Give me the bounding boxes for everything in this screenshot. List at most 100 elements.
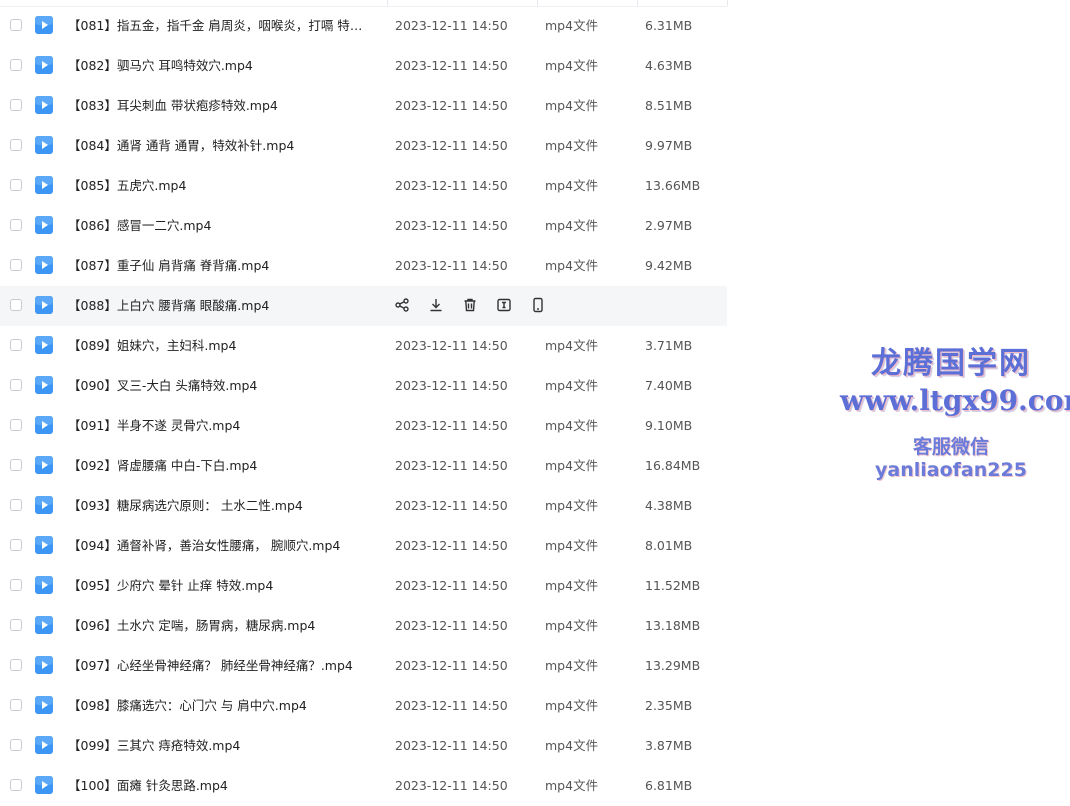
row-checkbox[interactable] <box>10 619 22 631</box>
row-checkbox[interactable] <box>10 219 22 231</box>
file-row[interactable]: 【088】上白穴 腰背痛 眼酸痛.mp4 <box>0 286 727 326</box>
file-row[interactable]: 【093】糖尿病选穴原则： 土水二性.mp4 2023-12-11 14:50 mp… <box>0 486 727 526</box>
file-size: 4.63MB <box>645 58 693 73</box>
file-row[interactable]: 【092】肾虚腰痛 中白-下白.mp4 2023-12-11 14:50 mp4文件… <box>0 446 727 486</box>
video-file-icon <box>35 256 53 274</box>
file-size: 2.97MB <box>645 218 693 233</box>
video-file-icon <box>35 576 53 594</box>
file-row[interactable]: 【095】少府穴 晕针 止痒 特效.mp4 2023-12-11 14:50 mp4… <box>0 566 727 606</box>
file-name[interactable]: 【091】半身不遂 灵骨穴.mp4 <box>68 406 374 446</box>
file-row[interactable]: 【089】姐妹穴，主妇科.mp4 2023-12-11 14:50 mp4文件 3.7… <box>0 326 727 366</box>
row-checkbox[interactable] <box>10 179 22 191</box>
file-size: 9.10MB <box>645 418 693 433</box>
row-checkbox[interactable] <box>10 299 22 311</box>
row-checkbox[interactable] <box>10 539 22 551</box>
file-date: 2023-12-11 14:50 <box>395 378 508 393</box>
file-row[interactable]: 【097】心经坐骨神经痛？ 肺经坐骨神经痛？.mp4 2023-12-11 14:… <box>0 646 727 686</box>
delete-icon[interactable] <box>461 296 479 314</box>
file-list: 【081】指五金，指千金 肩周炎，咽喉炎，打嗝 特效穴.... 2023-12-1… <box>0 6 727 806</box>
row-checkbox[interactable] <box>10 99 22 111</box>
file-row[interactable]: 【083】耳尖刺血 带状疱疹特效.mp4 2023-12-11 14:50 mp4文… <box>0 86 727 126</box>
file-row[interactable]: 【085】五虎穴.mp4 2023-12-11 14:50 mp4文件 13.66MB <box>0 166 727 206</box>
row-checkbox[interactable] <box>10 139 22 151</box>
file-name[interactable]: 【093】糖尿病选穴原则： 土水二性.mp4 <box>68 486 374 526</box>
file-size: 8.01MB <box>645 538 693 553</box>
file-size: 6.81MB <box>645 778 693 793</box>
row-checkbox[interactable] <box>10 739 22 751</box>
file-name[interactable]: 【099】三其穴 痔疮特效.mp4 <box>68 726 374 766</box>
row-checkbox[interactable] <box>10 459 22 471</box>
file-type: mp4文件 <box>545 698 599 713</box>
file-name[interactable]: 【097】心经坐骨神经痛？ 肺经坐骨神经痛？.mp4 <box>68 646 374 686</box>
file-size: 2.35MB <box>645 698 693 713</box>
row-checkbox[interactable] <box>10 59 22 71</box>
file-type: mp4文件 <box>545 98 599 113</box>
file-name[interactable]: 【090】叉三-大白 头痛特效.mp4 <box>68 366 374 406</box>
watermark-title: 龙腾国学网 <box>871 346 1031 381</box>
download-icon[interactable] <box>427 296 445 314</box>
file-type: mp4文件 <box>545 578 599 593</box>
row-checkbox[interactable] <box>10 379 22 391</box>
file-size: 16.84MB <box>645 458 701 473</box>
row-checkbox[interactable] <box>10 579 22 591</box>
file-row[interactable]: 【098】膝痛选穴：心门穴 与 肩中穴.mp4 2023-12-11 14:50 m… <box>0 686 727 726</box>
file-row[interactable]: 【084】通肾 通背 通胃，特效补针.mp4 2023-12-11 14:50 mp… <box>0 126 727 166</box>
video-file-icon <box>35 176 53 194</box>
rename-icon[interactable] <box>495 296 513 314</box>
file-name[interactable]: 【100】面瘫 针灸思路.mp4 <box>68 766 374 806</box>
video-file-icon <box>35 16 53 34</box>
file-date: 2023-12-11 14:50 <box>395 538 508 553</box>
file-name[interactable]: 【085】五虎穴.mp4 <box>68 166 374 206</box>
file-row[interactable]: 【091】半身不遂 灵骨穴.mp4 2023-12-11 14:50 mp4文件 9.… <box>0 406 727 446</box>
file-name[interactable]: 【094】通督补肾，善治女性腰痛， 腕顺穴.mp4 <box>68 526 374 566</box>
file-type: mp4文件 <box>545 258 599 273</box>
file-date: 2023-12-11 14:50 <box>395 18 508 33</box>
file-type: mp4文件 <box>545 778 599 793</box>
file-name[interactable]: 【089】姐妹穴，主妇科.mp4 <box>68 326 374 366</box>
file-type: mp4文件 <box>545 498 599 513</box>
row-checkbox[interactable] <box>10 659 22 671</box>
file-size: 3.87MB <box>645 738 693 753</box>
file-date: 2023-12-11 14:50 <box>395 258 508 273</box>
file-type: mp4文件 <box>545 738 599 753</box>
share-icon[interactable] <box>393 296 411 314</box>
file-name[interactable]: 【092】肾虚腰痛 中白-下白.mp4 <box>68 446 374 486</box>
video-file-icon <box>35 736 53 754</box>
row-checkbox[interactable] <box>10 779 22 791</box>
file-name[interactable]: 【088】上白穴 腰背痛 眼酸痛.mp4 <box>68 286 374 326</box>
file-name[interactable]: 【086】感冒一二穴.mp4 <box>68 206 374 246</box>
file-name[interactable]: 【095】少府穴 晕针 止痒 特效.mp4 <box>68 566 374 606</box>
file-name[interactable]: 【082】驷马穴 耳鸣特效穴.mp4 <box>68 46 374 86</box>
row-checkbox[interactable] <box>10 499 22 511</box>
file-date: 2023-12-11 14:50 <box>395 618 508 633</box>
file-size: 13.29MB <box>645 658 701 673</box>
file-date: 2023-12-11 14:50 <box>395 698 508 713</box>
file-name[interactable]: 【083】耳尖刺血 带状疱疹特效.mp4 <box>68 86 374 126</box>
phone-icon[interactable] <box>529 296 547 314</box>
file-name[interactable]: 【096】土水穴 定喘，肠胃病，糖尿病.mp4 <box>68 606 374 646</box>
file-date: 2023-12-11 14:50 <box>395 418 508 433</box>
file-row[interactable]: 【100】面瘫 针灸思路.mp4 2023-12-11 14:50 mp4文件 6.8… <box>0 766 727 806</box>
row-checkbox[interactable] <box>10 699 22 711</box>
row-checkbox[interactable] <box>10 419 22 431</box>
file-type: mp4文件 <box>545 138 599 153</box>
row-checkbox[interactable] <box>10 19 22 31</box>
file-type: mp4文件 <box>545 458 599 473</box>
file-size: 4.38MB <box>645 498 693 513</box>
file-name[interactable]: 【084】通肾 通背 通胃，特效补针.mp4 <box>68 126 374 166</box>
file-row[interactable]: 【096】土水穴 定喘，肠胃病，糖尿病.mp4 2023-12-11 14:50 m… <box>0 606 727 646</box>
file-row[interactable]: 【090】叉三-大白 头痛特效.mp4 2023-12-11 14:50 mp4文件… <box>0 366 727 406</box>
file-type: mp4文件 <box>545 178 599 193</box>
file-name[interactable]: 【087】重子仙 肩背痛 脊背痛.mp4 <box>68 246 374 286</box>
file-name[interactable]: 【098】膝痛选穴：心门穴 与 肩中穴.mp4 <box>68 686 374 726</box>
file-row[interactable]: 【086】感冒一二穴.mp4 2023-12-11 14:50 mp4文件 2.97M… <box>0 206 727 246</box>
file-name[interactable]: 【081】指五金，指千金 肩周炎，咽喉炎，打嗝 特效穴.... <box>68 6 374 46</box>
file-row[interactable]: 【087】重子仙 肩背痛 脊背痛.mp4 2023-12-11 14:50 mp4文… <box>0 246 727 286</box>
file-type: mp4文件 <box>545 218 599 233</box>
row-checkbox[interactable] <box>10 259 22 271</box>
file-row[interactable]: 【082】驷马穴 耳鸣特效穴.mp4 2023-12-11 14:50 mp4文件 4… <box>0 46 727 86</box>
file-row[interactable]: 【099】三其穴 痔疮特效.mp4 2023-12-11 14:50 mp4文件 3.… <box>0 726 727 766</box>
file-row[interactable]: 【094】通督补肾，善治女性腰痛， 腕顺穴.mp4 2023-12-11 14:5… <box>0 526 727 566</box>
file-row[interactable]: 【081】指五金，指千金 肩周炎，咽喉炎，打嗝 特效穴.... 2023-12-1… <box>0 6 727 46</box>
row-checkbox[interactable] <box>10 339 22 351</box>
